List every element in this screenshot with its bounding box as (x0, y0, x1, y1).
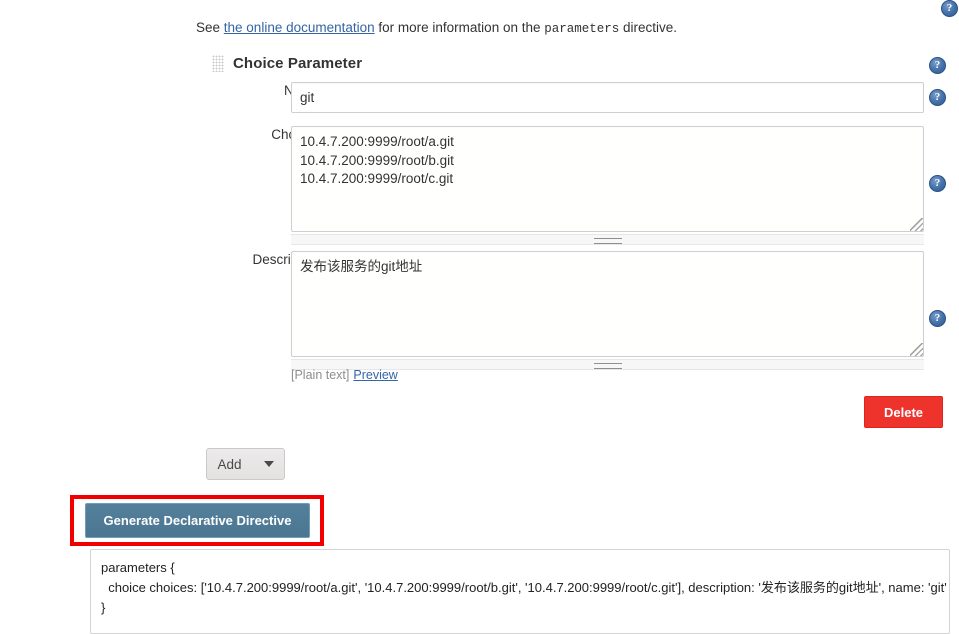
drag-grip-icon[interactable] (212, 55, 224, 72)
help-icon-choice-parameter[interactable]: ? (929, 57, 946, 74)
help-icon-description[interactable]: ? (929, 310, 946, 327)
add-button-label: Add (217, 456, 242, 472)
help-icon-choices[interactable]: ? (929, 175, 946, 192)
choice-parameter-section-header: Choice Parameter (212, 55, 362, 72)
description-textarea[interactable] (291, 251, 924, 357)
choices-grippy-bar[interactable] (291, 234, 924, 245)
description-preview-row: [Plain text] Preview (291, 368, 398, 382)
intro-before-text: See (196, 20, 224, 35)
choices-textarea[interactable] (291, 126, 924, 232)
plain-text-label: [Plain text] (291, 368, 350, 382)
chevron-down-icon (263, 461, 274, 467)
preview-link[interactable]: Preview (353, 368, 397, 382)
intro-after-text: directive. (619, 20, 678, 35)
section-title: Choice Parameter (233, 55, 363, 72)
help-icon-documentation[interactable]: ? (941, 0, 958, 17)
generate-declarative-directive-button[interactable]: Generate Declarative Directive (85, 503, 310, 538)
generated-directive-output[interactable] (90, 549, 950, 634)
name-input[interactable] (291, 82, 924, 113)
intro-middle-text: for more information on the (374, 20, 545, 35)
add-button[interactable]: Add (206, 448, 285, 480)
parameters-code-text: parameters (544, 22, 620, 36)
help-icon-name[interactable]: ? (929, 89, 946, 106)
documentation-intro-text: See the online documentation for more in… (196, 20, 677, 36)
online-documentation-link[interactable]: the online documentation (224, 20, 375, 35)
delete-button[interactable]: Delete (864, 396, 943, 428)
